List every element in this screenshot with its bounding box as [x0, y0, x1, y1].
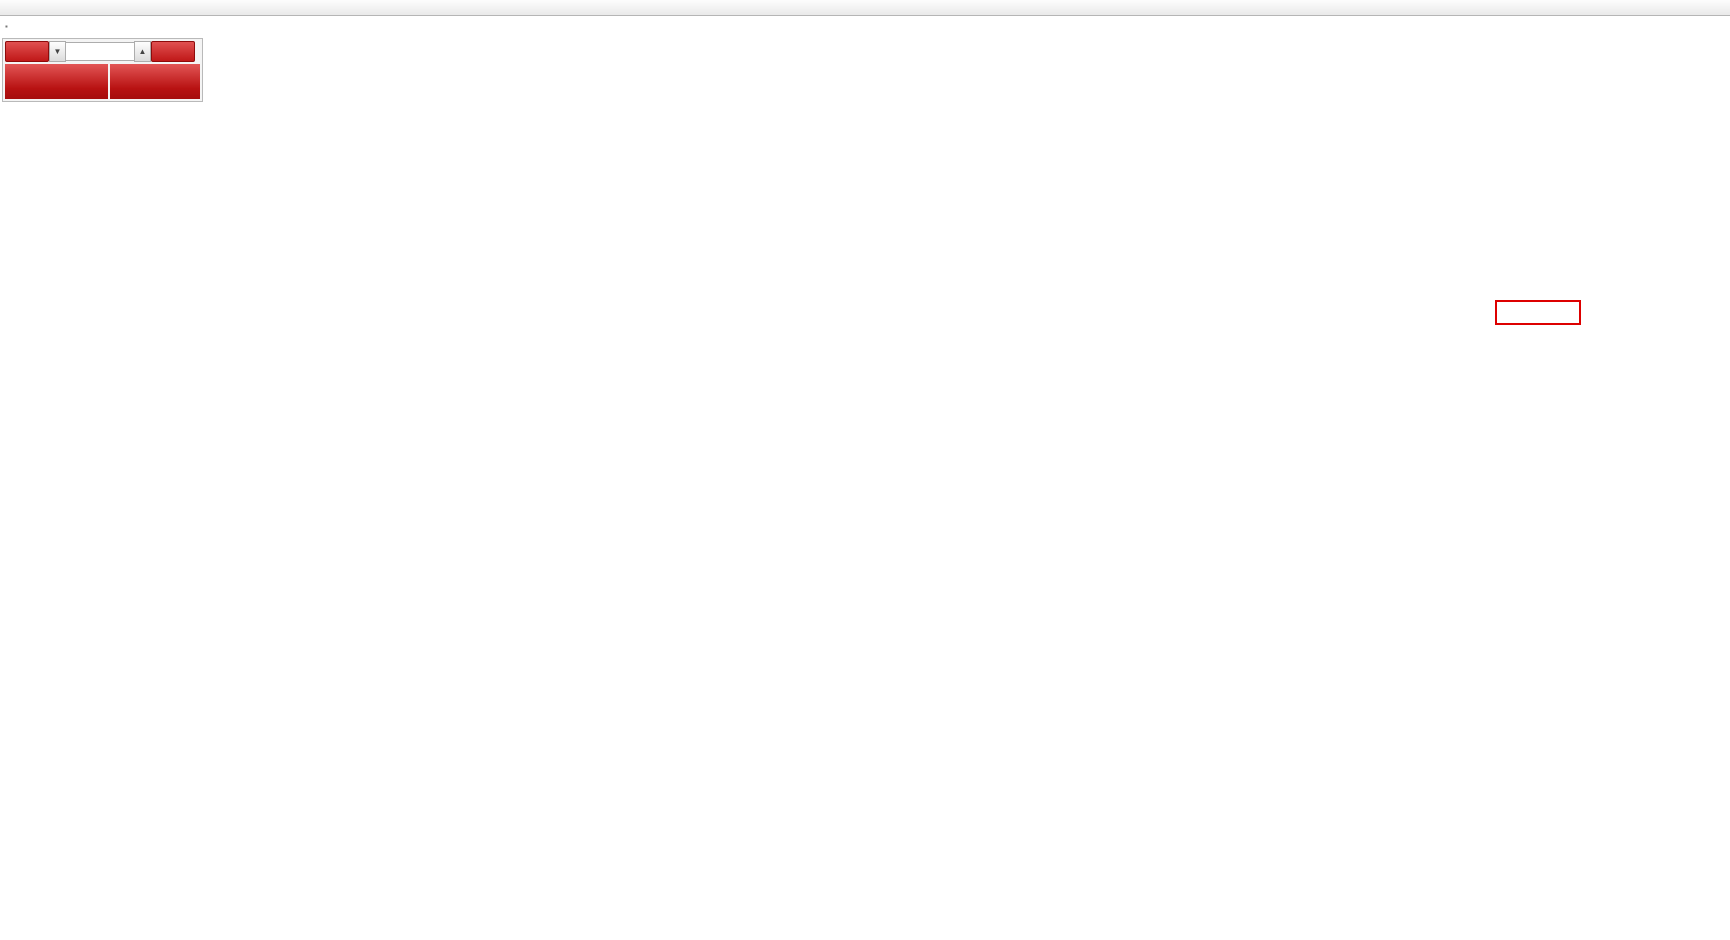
volume-decrease-button[interactable]: ▼ — [49, 41, 66, 62]
chart-title: ▪ — [5, 20, 12, 32]
one-click-trading-widget: ▼ ▲ — [2, 38, 203, 102]
volume-increase-button[interactable]: ▲ — [134, 41, 151, 62]
volume-input[interactable] — [66, 42, 134, 61]
buy-price-panel[interactable] — [110, 64, 200, 99]
buy-button[interactable] — [151, 41, 195, 62]
price-callout-label[interactable] — [1495, 300, 1581, 325]
main-toolbar — [0, 0, 1730, 16]
chart-context-icon: ▪ — [5, 22, 8, 31]
sell-button[interactable] — [5, 41, 49, 62]
sell-price-panel[interactable] — [5, 64, 108, 99]
chart-canvas[interactable] — [0, 0, 1730, 940]
mt4-terminal: { "toolbar": { "labels": {"new_order": "… — [0, 0, 1730, 940]
